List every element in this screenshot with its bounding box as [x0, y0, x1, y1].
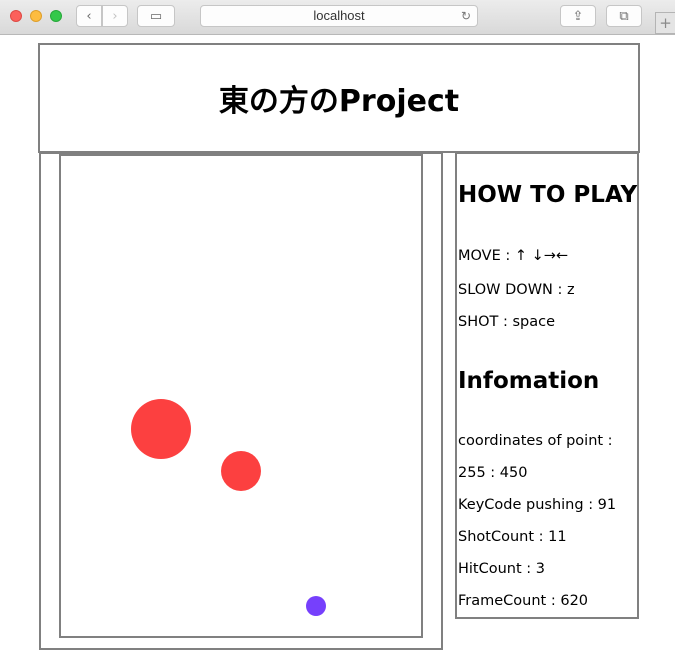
chevron-left-icon: ‹ — [86, 8, 92, 24]
player-ship — [306, 596, 326, 616]
reload-icon[interactable]: ↻ — [461, 6, 471, 26]
framecount-readout: FrameCount : 620 — [458, 593, 589, 609]
sidebar-icon: ▭ — [149, 8, 163, 24]
shot-instruction: SHOT : space — [458, 314, 556, 330]
back-button[interactable]: ‹ — [76, 5, 102, 27]
slow-instruction: SLOW DOWN : z — [458, 282, 575, 298]
shotcount-readout: ShotCount : 11 — [458, 529, 567, 545]
close-window-icon[interactable] — [10, 10, 22, 22]
share-icon: ⇪ — [572, 8, 584, 24]
browser-toolbar: ‹ › ▭ localhost ↻ ⇪ ⧉ + — [0, 0, 675, 35]
move-instruction: MOVE : ↑ ↓→← — [458, 248, 569, 264]
page-title: 東の方のProject — [218, 84, 460, 119]
chevron-right-icon: › — [112, 8, 118, 24]
tabs-icon: ⧉ — [619, 8, 629, 24]
header: 東の方のProject — [38, 43, 640, 153]
address-bar[interactable]: localhost ↻ — [200, 5, 478, 27]
maximize-window-icon[interactable] — [50, 10, 62, 22]
coords-label: coordinates of point : — [458, 433, 613, 449]
new-tab-button[interactable]: + — [655, 12, 675, 34]
howto-heading: HOW TO PLAY — [458, 182, 638, 208]
share-button[interactable]: ⇪ — [560, 5, 596, 27]
info-panel: HOW TO PLAY MOVE : ↑ ↓→← SLOW DOWN : z S… — [455, 152, 639, 619]
enemy-bullet-large — [131, 399, 191, 459]
plus-icon: + — [659, 14, 672, 32]
info-heading: Infomation — [458, 368, 600, 394]
coords-value: 255 : 450 — [458, 465, 528, 481]
forward-button[interactable]: › — [102, 5, 128, 27]
game-canvas[interactable] — [59, 154, 423, 638]
enemy-bullet-small — [221, 451, 261, 491]
keycode-readout: KeyCode pushing : 91 — [458, 497, 617, 513]
url-text: localhost — [313, 8, 365, 23]
sidebar-toggle-button[interactable]: ▭ — [137, 5, 175, 27]
hitcount-readout: HitCount : 3 — [458, 561, 546, 577]
minimize-window-icon[interactable] — [30, 10, 42, 22]
show-tabs-button[interactable]: ⧉ — [606, 5, 642, 27]
